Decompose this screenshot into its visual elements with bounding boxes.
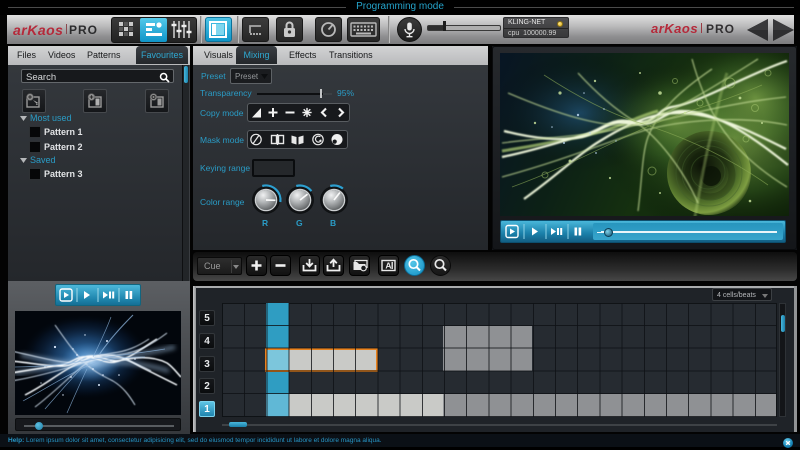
svg-text:A: A xyxy=(385,261,391,271)
